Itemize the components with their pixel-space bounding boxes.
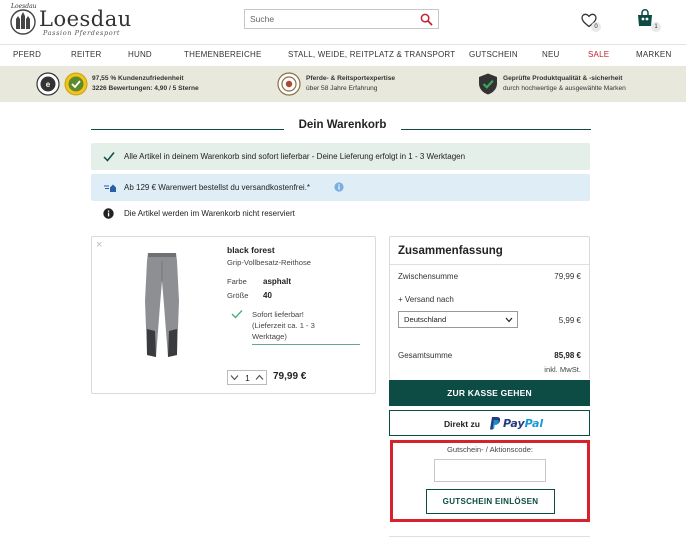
wishlist-button[interactable]: 0 [579,10,603,32]
rating-line-2: 3226 Bewertungen: 4,90 / 5 Sterne [92,85,199,92]
quantity-stepper[interactable]: 1 [227,370,267,385]
logo-name: Loesdau [39,7,132,31]
cart-count-badge: 1 [651,22,661,32]
site-header: Loesdau Loesdau Passion Pferdesport 0 [0,0,686,42]
loesdau-logo[interactable]: Loesdau Loesdau Passion Pferdesport [9,3,132,37]
nav-item-hund[interactable]: HUND [128,50,152,59]
free-shipping-notice: Ab 129 € Warenwert bestellst du versandk… [91,174,590,201]
shipping-label: + Versand nach [398,295,454,304]
reservation-notice-text: Die Artikel werden im Warenkorb nicht re… [124,209,295,218]
page-title: Dein Warenkorb [298,119,387,131]
paypal-pay: Pay [503,417,525,430]
summary-divider [390,264,589,265]
nav-item-themenbereiche[interactable]: THEMENBEREICHE [184,50,261,59]
country-select-value: Deutschland [404,315,447,324]
delivery-truck-house-icon [104,184,116,192]
free-shipping-text: Ab 129 € Warenwert bestellst du versandk… [124,183,311,192]
quality-text: Geprüfte Produktqualität & -sicherheit d… [503,74,626,94]
shipping-value: 5,99 € [558,316,581,325]
delivery-notice: Alle Artikel in deinem Warenkorb sind so… [91,143,590,170]
reservation-notice: Die Artikel werden im Warenkorb nicht re… [103,207,503,221]
remove-item-button[interactable]: × [96,240,102,251]
castle-icon [10,9,36,35]
nav-item-sale[interactable]: SALE [588,50,609,59]
nav-item-stall[interactable]: STALL, WEIDE, REITPLATZ & TRANSPORT [288,50,455,59]
expertise-line-2: über 58 Jahre Erfahrung [306,85,378,92]
product-name[interactable]: black forest [227,245,275,255]
availability-text: Sofort lieferbar! (Lieferzeit ca. 1 - 3 … [252,309,362,342]
delivery-notice-text: Alle Artikel in deinem Warenkorb sind so… [124,152,466,161]
vat-note: inkl. MwSt. [544,365,581,374]
rating-text: 97,55 % Kundenzufriedenheit 3226 Bewertu… [92,74,199,94]
trusted-shops-seal-icon[interactable]: e [36,72,60,96]
size-label: Größe [227,291,249,300]
nav-item-gutschein[interactable]: GUTSCHEIN [469,50,518,59]
wishlist-count-badge: 0 [591,22,601,32]
nav-item-pferd[interactable]: PFERD [13,50,41,59]
cart-item-card: × black forest Grip-Vollbesatz-Reithose … [91,236,376,394]
info-icon [103,208,114,219]
title-divider-left [91,129,284,130]
paypal-button[interactable]: Direkt zu PayPal [389,410,590,436]
expertise-text: Pferde- & Reitsportexpertise über 58 Jah… [306,74,395,94]
svg-text:e: e [46,80,51,89]
cart-button[interactable]: 1 [633,6,665,32]
chevron-down-icon [505,317,513,323]
rating-line-1: 97,55 % Kundenzufriedenheit [92,75,184,82]
search-icon[interactable] [420,13,433,26]
size-value: 40 [263,291,272,300]
color-value: asphalt [263,277,292,286]
nav-item-neu[interactable]: NEU [542,50,560,59]
rating-seal-icon[interactable] [64,72,88,96]
subtotal-value: 79,99 € [554,272,581,281]
availability-line-3: Werktage) [252,332,287,341]
order-summary: Zusammenfassung Zwischensumme 79,99 € + … [389,236,590,379]
nav-item-reiter[interactable]: REITER [71,50,102,59]
title-divider-right [401,129,591,130]
product-price: 79,99 € [273,371,307,382]
expertise-line-1: Pferde- & Reitsportexpertise [306,75,396,82]
total-label: Gesamtsumme [398,351,453,360]
paypal-prefix: Direkt zu [444,419,480,429]
total-value: 85,98 € [554,351,581,360]
checkmark-icon [103,152,115,162]
summary-title: Zusammenfassung [398,245,503,257]
paypal-pal: Pal [524,417,544,430]
coupon-code-input[interactable] [434,459,546,482]
main-navigation: PFERD REITER HUND THEMENBEREICHE STALL, … [0,44,686,64]
shield-check-icon [479,73,497,95]
country-select[interactable]: Deutschland [398,311,518,328]
coupon-label: Gutschein- / Aktionscode: [446,445,534,454]
nav-item-marken[interactable]: MARKEN [636,50,671,59]
search-input[interactable] [245,10,415,28]
quality-line-2: durch hochwertige & ausgewählte Marken [503,85,626,92]
product-image[interactable] [139,251,185,363]
chevron-down-icon[interactable] [229,372,240,383]
logo-tagline: Passion Pferdesport [43,29,121,37]
chevron-up-icon[interactable] [254,372,265,383]
product-subtitle: Grip-Vollbesatz-Reithose [227,258,311,267]
redeem-coupon-button[interactable]: GUTSCHEIN EINLÖSEN [426,489,555,514]
checkmark-icon [231,310,243,319]
horseshoe-target-icon [277,72,301,96]
availability-line-2: (Lieferzeit ca. 1 - 3 [252,321,315,330]
paypal-icon [490,417,501,430]
availability-line-1: Sofort lieferbar! [252,310,304,319]
checkout-button[interactable]: ZUR KASSE GEHEN [389,380,590,406]
paypal-wordmark: PayPal [503,417,543,430]
subtotal-label: Zwischensumme [398,272,459,281]
trust-bar: e 97,55 % Kundenzufriedenheit 3226 Bewer… [0,66,686,102]
coupon-section: Gutschein- / Aktionscode: GUTSCHEIN EINL… [390,440,590,522]
color-label: Farbe [227,277,247,286]
search-box[interactable] [244,9,439,29]
quality-line-1: Geprüfte Produktqualität & -sicherheit [503,75,623,82]
availability-divider [252,344,360,345]
info-icon[interactable] [334,182,344,192]
quantity-value[interactable]: 1 [242,373,253,383]
section-divider [389,536,590,537]
